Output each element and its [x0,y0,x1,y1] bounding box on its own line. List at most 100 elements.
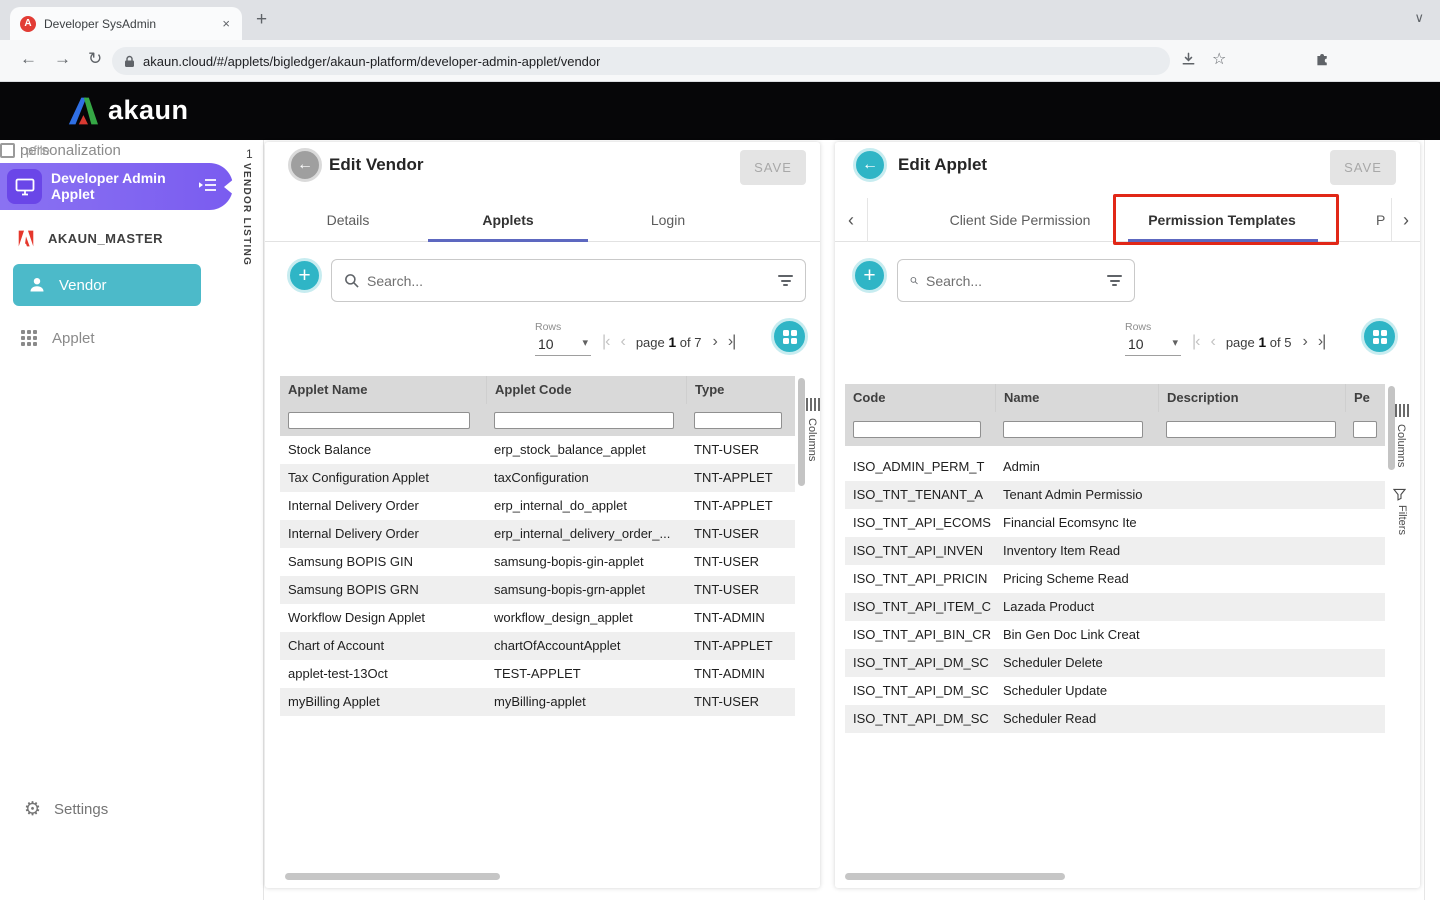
column-header[interactable]: Applet Name [280,376,486,404]
save-button[interactable]: SAVE [1330,150,1396,185]
search-bar[interactable] [331,259,806,302]
add-button[interactable]: + [287,258,322,293]
tab-client-side-permission[interactable]: Client Side Permission [935,198,1105,242]
back-button[interactable]: ← [853,148,887,182]
vertical-scrollbar[interactable] [798,378,805,486]
save-button[interactable]: SAVE [740,150,806,185]
extensions-puzzle-icon[interactable] [1314,50,1331,67]
search-bar[interactable] [897,259,1135,302]
column-header[interactable]: Description [1158,384,1345,412]
sidebar-item-personalization[interactable]: personalization pfile [0,140,180,162]
horizontal-scrollbar[interactable] [845,873,1065,880]
tabs-scroll-left-icon[interactable]: ‹ [835,198,868,242]
filter-input[interactable] [1003,421,1143,438]
horizontal-scrollbar[interactable] [285,873,500,880]
downloads-icon[interactable] [1180,51,1197,68]
filter-input[interactable] [694,412,782,429]
table-row[interactable]: ISO_TNT_API_PRICINPricing Scheme Read [845,565,1385,593]
url-bar[interactable]: akaun.cloud/#/applets/bigledger/akaun-pl… [112,47,1170,75]
filter-input[interactable] [494,412,674,429]
page-scrollbar[interactable] [1424,140,1425,900]
tab-search-chevron-icon[interactable]: ∨ [1414,10,1424,26]
filter-icon[interactable] [778,273,793,289]
column-header[interactable]: Name [995,384,1158,412]
table-row[interactable]: ISO_TNT_API_INVENInventory Item Read [845,537,1385,565]
vertical-scrollbar[interactable] [1388,386,1395,470]
filter-input[interactable] [1353,421,1377,438]
checkbox[interactable] [0,143,15,158]
columns-grip-icon[interactable] [1395,404,1409,417]
tab-partial[interactable]: P [1376,198,1391,242]
search-input[interactable] [926,273,1107,289]
table-row[interactable]: Internal Delivery Ordererp_internal_deli… [280,520,795,548]
first-page-icon[interactable]: |‹ [1192,333,1199,356]
rows-per-page[interactable]: Rows 10 ▾ [1125,321,1181,356]
tab-close-icon[interactable]: × [220,16,232,31]
filter-icon[interactable] [1107,273,1122,289]
add-button[interactable]: + [852,258,887,293]
table-row[interactable]: ISO_TNT_API_DM_SCScheduler Delete [845,649,1385,677]
table-row[interactable]: ISO_TNT_TENANT_ATenant Admin Permissio [845,481,1385,509]
column-header[interactable]: Applet Code [486,376,686,404]
browser-tab-strip: A Developer SysAdmin × + ∨ [0,0,1440,40]
last-page-icon[interactable]: ›| [728,333,735,356]
last-page-icon[interactable]: ›| [1318,333,1325,356]
table-row[interactable]: Samsung BOPIS GRNsamsung-bopis-grn-apple… [280,576,795,604]
bookmark-star-icon[interactable]: ☆ [1212,49,1226,69]
tab-details[interactable]: Details [268,198,428,242]
sidebar-item-applet[interactable]: Applet [21,323,95,353]
back-button[interactable]: ← [288,148,322,182]
back-nav-icon[interactable]: ← [20,49,37,69]
new-tab-button[interactable]: + [256,9,267,31]
collapse-menu-icon[interactable] [198,176,218,199]
next-page-icon[interactable]: › [712,333,716,356]
first-page-icon[interactable]: |‹ [602,333,609,356]
filter-input[interactable] [288,412,470,429]
columns-strip-label[interactable]: Columns [806,418,818,461]
table-row[interactable]: ISO_TNT_API_BIN_CRBin Gen Doc Link Creat [845,621,1385,649]
column-header[interactable]: Type [686,376,795,404]
filter-input[interactable] [1166,421,1336,438]
column-header[interactable]: Pe [1345,384,1385,412]
filter-input[interactable] [853,421,981,438]
tab-title: Developer SysAdmin [44,17,220,31]
table-row[interactable]: applet-test-13OctTEST-APPLETTNT-ADMIN [280,660,795,688]
table-row[interactable]: ISO_TNT_API_ECOMSFinancial Ecomsync Ite [845,509,1385,537]
reload-icon[interactable]: ↻ [88,49,102,69]
filters-strip-label[interactable]: Filters [1396,505,1408,535]
tab-applets[interactable]: Applets [428,198,588,242]
table-row[interactable]: ISO_TNT_API_DM_SCScheduler Update [845,677,1385,705]
tabs-scroll-right-icon[interactable]: › [1391,198,1420,242]
grid-view-button[interactable] [771,318,808,355]
table-row[interactable]: Tax Configuration ApplettaxConfiguration… [280,464,795,492]
table-row[interactable]: Stock Balanceerp_stock_balance_appletTNT… [280,436,795,464]
table-row[interactable]: Internal Delivery Ordererp_internal_do_a… [280,492,795,520]
sidebar-item-vendor[interactable]: Vendor [13,264,201,306]
page-title: Edit Applet [898,155,987,175]
sidebar-item-akaun-master[interactable]: AKAUN_MASTER [16,229,163,248]
funnel-icon[interactable] [1393,488,1406,501]
tab-login[interactable]: Login [588,198,748,242]
column-header[interactable]: Code [845,384,995,412]
table-row[interactable]: ISO_TNT_API_ITEM_CLazada Product [845,593,1385,621]
prev-page-icon[interactable]: ‹ [1210,333,1214,356]
grid-view-button[interactable] [1361,318,1398,355]
table-row[interactable]: Chart of AccountchartOfAccountAppletTNT-… [280,632,795,660]
table-row[interactable]: Workflow Design Appletworkflow_design_ap… [280,604,795,632]
prev-page-icon[interactable]: ‹ [620,333,624,356]
search-input[interactable] [367,273,778,289]
table-row[interactable]: ISO_ADMIN_PERM_TAdmin [845,453,1385,481]
sidebar-applet-pill[interactable]: Developer Admin Applet [0,163,233,210]
rows-select[interactable]: 10 ▾ [535,336,591,356]
table-row[interactable]: Samsung BOPIS GINsamsung-bopis-gin-apple… [280,548,795,576]
sidebar-item-settings[interactable]: ⚙ Settings [24,798,108,821]
table-row[interactable]: ISO_TNT_API_DM_SCScheduler Read [845,705,1385,733]
rows-select[interactable]: 10 ▾ [1125,336,1181,356]
columns-grip-icon[interactable] [806,398,820,411]
browser-tab[interactable]: A Developer SysAdmin × [10,7,242,40]
table-row[interactable]: myBilling AppletmyBilling-appletTNT-USER [280,688,795,716]
columns-strip-label[interactable]: Columns [1395,424,1407,467]
forward-nav-icon[interactable]: → [54,49,71,69]
rows-per-page[interactable]: Rows 10 ▾ [535,321,591,356]
next-page-icon[interactable]: › [1302,333,1306,356]
